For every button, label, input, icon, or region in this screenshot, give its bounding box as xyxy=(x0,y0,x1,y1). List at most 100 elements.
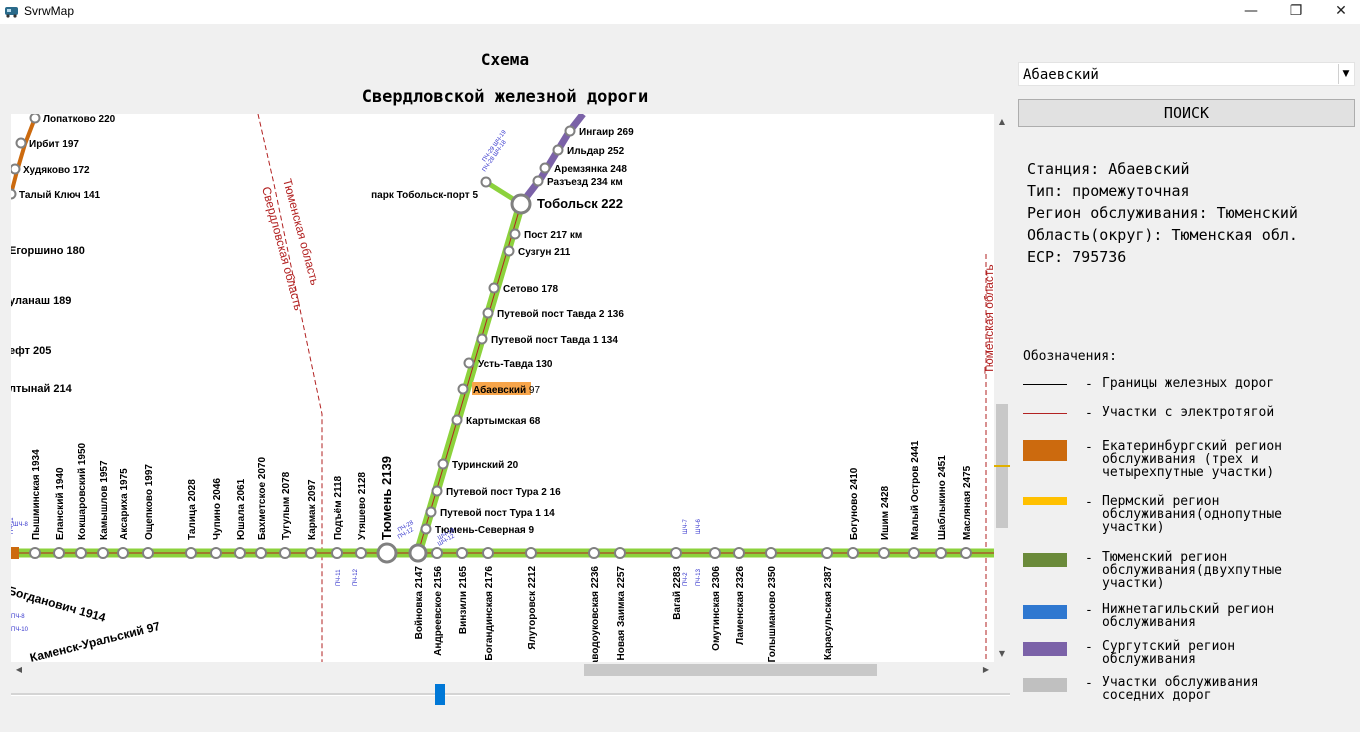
station-marker[interactable] xyxy=(564,125,576,137)
station-marker[interactable] xyxy=(456,547,468,559)
station-marker[interactable] xyxy=(960,547,972,559)
horizontal-scroll-thumb[interactable] xyxy=(584,664,877,676)
station-marker[interactable] xyxy=(614,547,626,559)
station-marker[interactable] xyxy=(185,547,197,559)
legend-label: Пермский регион обслуживания(однопутные … xyxy=(1102,494,1283,535)
zoom-slider-thumb[interactable] xyxy=(435,684,445,705)
station-marker[interactable] xyxy=(117,547,129,559)
station-marker[interactable] xyxy=(355,547,367,559)
station-label: Заводоуковская 2236 xyxy=(590,566,601,662)
railway-map-view[interactable]: Тюменская область Свердловская область Т… xyxy=(11,114,994,662)
station-marker[interactable] xyxy=(408,543,428,563)
minimize-button[interactable]: — xyxy=(1228,0,1274,24)
scroll-up-icon[interactable]: ▲ xyxy=(994,114,1010,130)
station-label: Аремзянка 248 xyxy=(554,164,627,175)
legend-swatch xyxy=(1023,440,1067,461)
chevron-down-icon[interactable]: ▼ xyxy=(1338,64,1353,84)
station-select[interactable]: Абаевский ▼ xyxy=(1018,62,1355,86)
signal-label: ШЧ-7 xyxy=(683,519,689,534)
station-marker[interactable] xyxy=(234,547,246,559)
station-label: Винзили 2165 xyxy=(458,566,469,634)
signal-label: ПЧ-13 xyxy=(696,568,702,586)
station-marker[interactable] xyxy=(847,547,859,559)
station-marker[interactable] xyxy=(431,485,443,497)
search-button[interactable]: ПОИСК xyxy=(1018,99,1355,127)
legend-swatch xyxy=(1023,384,1067,385)
station-marker[interactable] xyxy=(935,547,947,559)
station-marker[interactable] xyxy=(376,542,398,564)
station-marker[interactable] xyxy=(503,245,515,257)
station-marker[interactable] xyxy=(480,176,492,188)
ekb-branch-track xyxy=(11,117,37,195)
station-marker[interactable] xyxy=(420,523,432,535)
station-label: Усть-Тавда 130 xyxy=(478,359,553,370)
station-marker[interactable] xyxy=(588,547,600,559)
station-marker[interactable] xyxy=(482,547,494,559)
station-marker[interactable] xyxy=(210,547,222,559)
station-marker[interactable] xyxy=(331,547,343,559)
station-marker[interactable] xyxy=(525,547,537,559)
legend-label: Границы железных дорог xyxy=(1102,376,1275,391)
station-marker[interactable] xyxy=(539,162,551,174)
station-marker[interactable] xyxy=(29,114,41,124)
map-vertical-scrollbar[interactable]: ▲ ▼ xyxy=(994,114,1010,662)
station-label: Ишим 2428 xyxy=(880,485,891,540)
station-label: Пост 217 км xyxy=(524,230,582,241)
station-label: Разъезд 234 км xyxy=(547,177,623,188)
scroll-down-icon[interactable]: ▼ xyxy=(994,646,1010,662)
station-marker[interactable] xyxy=(821,547,833,559)
restore-button[interactable]: ❐ xyxy=(1273,0,1319,24)
station-marker[interactable] xyxy=(53,547,65,559)
station-marker[interactable] xyxy=(709,547,721,559)
station-marker[interactable] xyxy=(552,144,564,156)
station-marker[interactable] xyxy=(437,458,449,470)
station-marker[interactable] xyxy=(908,547,920,559)
station-marker[interactable] xyxy=(255,547,267,559)
station-marker[interactable] xyxy=(451,414,463,426)
scroll-right-icon[interactable]: ▶ xyxy=(978,662,994,678)
station-label: Богданович 1914 xyxy=(11,583,108,624)
station-marker[interactable] xyxy=(670,547,682,559)
station-label: Егоршино 180 xyxy=(11,245,85,257)
station-label: Еланский 1940 xyxy=(55,467,66,540)
station-marker[interactable] xyxy=(142,547,154,559)
legend-label: Участки обслуживания соседних дорог xyxy=(1102,675,1259,703)
station-marker[interactable] xyxy=(305,547,317,559)
close-button[interactable]: ✕ xyxy=(1318,0,1360,24)
station-marker[interactable] xyxy=(11,188,17,200)
scroll-left-icon[interactable]: ◀ xyxy=(11,662,27,678)
station-marker[interactable] xyxy=(733,547,745,559)
station-region-line: Регион обслуживания: Тюменский xyxy=(1027,204,1298,222)
station-label: Масляная 2475 xyxy=(962,465,973,540)
station-marker[interactable] xyxy=(279,547,291,559)
station-label: уланаш 189 xyxy=(11,295,71,307)
zoom-slider-track[interactable] xyxy=(11,693,1010,696)
station-marker[interactable] xyxy=(457,383,469,395)
station-label: Сетово 178 xyxy=(503,284,559,295)
station-marker[interactable] xyxy=(431,547,443,559)
station-type-line: Тип: промежуточная xyxy=(1027,182,1190,200)
station-marker[interactable] xyxy=(75,547,87,559)
station-marker[interactable] xyxy=(97,547,109,559)
station-label: Богандинская 2176 xyxy=(484,566,495,661)
station-label: Омутинская 2306 xyxy=(711,566,722,651)
station-marker[interactable] xyxy=(463,357,475,369)
station-marker[interactable] xyxy=(15,137,27,149)
station-marker[interactable] xyxy=(476,333,488,345)
station-marker[interactable] xyxy=(532,175,544,187)
station-marker[interactable] xyxy=(482,307,494,319)
station-marker[interactable] xyxy=(509,228,521,240)
legend-dash: - xyxy=(1085,377,1093,392)
station-marker[interactable] xyxy=(29,547,41,559)
signal-label: ПЧ-2 xyxy=(683,572,689,586)
station-marker[interactable] xyxy=(878,547,890,559)
station-marker[interactable] xyxy=(11,163,21,175)
station-marker[interactable] xyxy=(510,193,532,215)
station-label: ефт 205 xyxy=(11,345,51,357)
railway-map[interactable]: Тюменская область Свердловская область Т… xyxy=(11,114,994,662)
station-label: Абаевский 97 xyxy=(473,384,540,396)
map-horizontal-scrollbar[interactable]: ◀ ▶ xyxy=(11,662,994,678)
station-marker[interactable] xyxy=(765,547,777,559)
station-marker[interactable] xyxy=(425,506,437,518)
station-marker[interactable] xyxy=(488,282,500,294)
